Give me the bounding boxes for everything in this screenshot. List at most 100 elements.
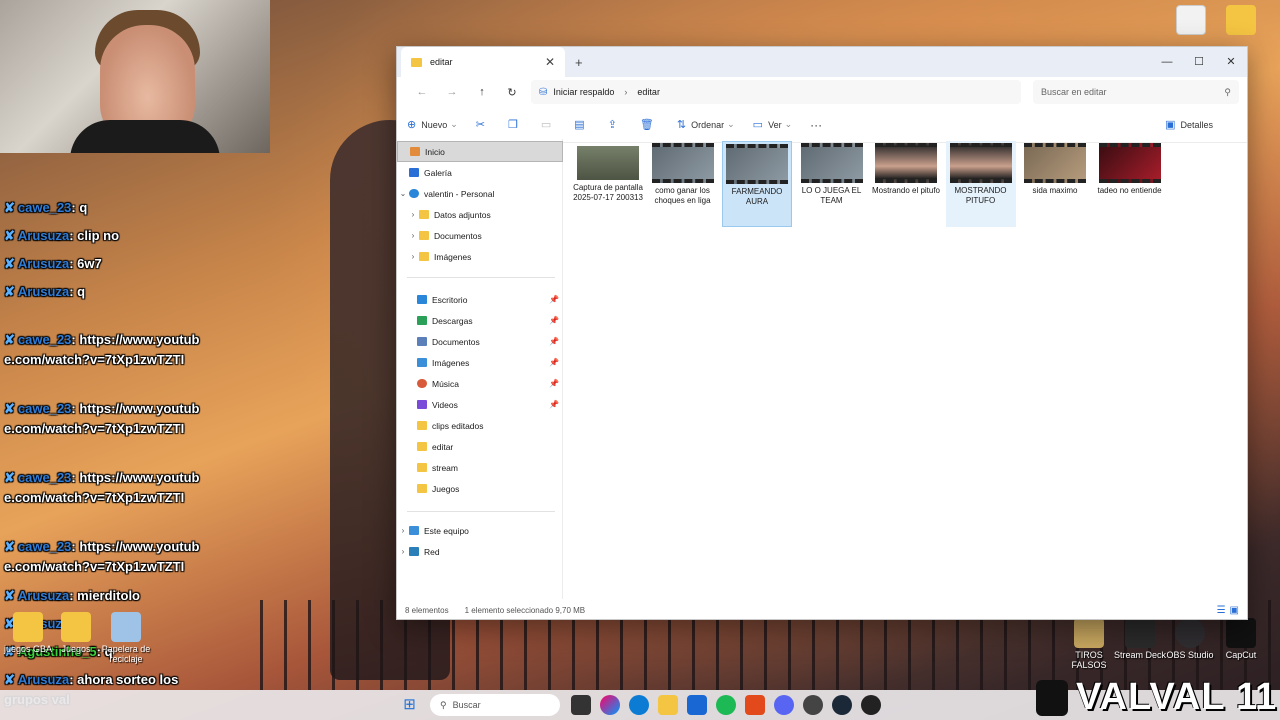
sidebar-item-stream[interactable]: stream bbox=[397, 457, 563, 478]
streamer-number: 11 bbox=[1236, 676, 1277, 718]
close-tab-icon[interactable]: ✕ bbox=[545, 55, 555, 69]
chevron-down-icon[interactable]: ⌄ bbox=[397, 189, 409, 198]
chat-message: ✘ Arusuza: mierditolo bbox=[4, 588, 140, 603]
task-view-icon[interactable] bbox=[570, 695, 591, 715]
rename-button[interactable]: ▤ bbox=[574, 118, 589, 131]
file-explorer-icon[interactable] bbox=[657, 695, 678, 715]
sidebar-item-inicio[interactable]: Inicio bbox=[397, 141, 563, 162]
sort-button[interactable]: ⇅ Ordenar ⌄ bbox=[677, 118, 735, 131]
sidebar-item-clips-editados[interactable]: clips editados bbox=[397, 415, 563, 436]
back-arrow-icon[interactable]: ← bbox=[407, 86, 437, 98]
sidebar-item-imagenes[interactable]: Imágenes 📌 bbox=[397, 352, 563, 373]
search-box[interactable]: Buscar en editar ⚲ bbox=[1033, 80, 1239, 104]
edge-icon[interactable] bbox=[628, 695, 649, 715]
sidebar-item-videos[interactable]: Videos 📌 bbox=[397, 394, 563, 415]
chevron-right-icon[interactable]: › bbox=[407, 210, 419, 219]
sidebar-item-datos-adjuntos[interactable]: › Datos adjuntos bbox=[397, 204, 563, 225]
sidebar-item-este-equipo[interactable]: › Este equipo bbox=[397, 520, 563, 541]
streamer-brand: VALVAL bbox=[1076, 676, 1226, 718]
pin-icon[interactable]: 📌 bbox=[549, 358, 559, 367]
desktop-icon-stream-deck[interactable]: Stream Deck bbox=[1112, 618, 1168, 660]
sidebar-item-escritorio[interactable]: Escritorio 📌 bbox=[397, 289, 563, 310]
windows-start-icon[interactable]: ⊞ bbox=[400, 695, 420, 715]
chat-badge-icon: ✘ bbox=[4, 256, 15, 271]
folder-icon bbox=[419, 252, 429, 261]
search-input[interactable]: Buscar en editar bbox=[1041, 87, 1107, 97]
file-item[interactable]: sida maximo bbox=[1020, 141, 1090, 196]
pin-icon[interactable]: 📌 bbox=[549, 295, 559, 304]
file-item[interactable]: LO O JUEGA EL TEAM bbox=[797, 141, 867, 206]
pin-icon[interactable]: 📌 bbox=[549, 337, 559, 346]
delete-button[interactable]: 🗑 bbox=[640, 118, 659, 131]
desktop-icon-tiros-falsos[interactable]: TIROS FALSOS bbox=[1061, 618, 1117, 670]
desktop-icon-obs[interactable]: OBS Studio bbox=[1162, 618, 1218, 660]
view-button[interactable]: ▭ Ver ⌄ bbox=[753, 118, 792, 131]
new-tab-button[interactable]: + bbox=[575, 55, 583, 70]
file-item[interactable]: Mostrando el pitufo bbox=[871, 141, 941, 196]
music-icon bbox=[417, 379, 427, 388]
tab-editar[interactable]: editar ✕ bbox=[401, 47, 565, 77]
desktop-icon-papelera[interactable]: Papelera de reciclaje bbox=[98, 612, 154, 664]
brave-icon[interactable] bbox=[744, 695, 765, 715]
chevron-right-icon[interactable]: › bbox=[407, 231, 419, 240]
taskbar-search[interactable]: ⚲ Buscar bbox=[430, 694, 560, 716]
desktop-icon-folder[interactable] bbox=[1213, 5, 1269, 37]
desktop-icon-juegos[interactable]: Juegos bbox=[48, 612, 104, 654]
chat-message: ✘ Arusuza: 6w7 bbox=[4, 256, 102, 271]
cut-button[interactable]: ✂ bbox=[476, 118, 490, 131]
breadcrumb-root[interactable]: Iniciar respaldo bbox=[553, 87, 614, 97]
file-item[interactable]: tadeo no entiende bbox=[1095, 141, 1165, 196]
pin-icon[interactable]: 📌 bbox=[549, 379, 559, 388]
sidebar-item-galeria[interactable]: Galería bbox=[397, 162, 563, 183]
share-button[interactable]: ⇪ bbox=[608, 118, 622, 131]
sidebar-item-documentos[interactable]: Documentos 📌 bbox=[397, 331, 563, 352]
file-item[interactable]: Captura de pantalla 2025-07-17 200313 bbox=[573, 141, 643, 203]
video-thumbnail bbox=[1098, 143, 1161, 183]
sidebar-item-label: Galería bbox=[424, 167, 452, 178]
breadcrumb-current[interactable]: editar bbox=[637, 87, 660, 97]
sidebar-item-onedrive[interactable]: ⌄ valentin - Personal bbox=[397, 183, 563, 204]
sidebar-divider bbox=[407, 511, 555, 512]
minimize-button[interactable]: — bbox=[1151, 47, 1183, 77]
maximize-button[interactable]: ☐ bbox=[1183, 47, 1215, 77]
chevron-right-icon[interactable]: › bbox=[397, 526, 409, 535]
sidebar-item-juegos[interactable]: Juegos bbox=[397, 478, 563, 499]
pin-icon[interactable]: 📌 bbox=[549, 400, 559, 409]
file-item[interactable]: FARMEANDO AURA bbox=[722, 141, 792, 227]
desktop-icon-java[interactable] bbox=[1163, 5, 1219, 37]
paste-button[interactable]: ▭ bbox=[541, 118, 556, 131]
sidebar-item-red[interactable]: › Red bbox=[397, 541, 563, 562]
taskbar-search-input[interactable]: Buscar bbox=[453, 700, 481, 710]
copy-button[interactable]: ❐ bbox=[508, 118, 523, 131]
desktop-icon-capcut[interactable]: CapCut bbox=[1213, 618, 1269, 660]
sidebar-item-imagenes-cloud[interactable]: › Imágenes bbox=[397, 246, 563, 267]
media-player-icon[interactable] bbox=[860, 695, 881, 715]
refresh-icon[interactable]: ↻ bbox=[497, 86, 527, 99]
close-window-button[interactable]: ✕ bbox=[1215, 47, 1247, 77]
chevron-down-icon: ⌄ bbox=[784, 119, 793, 129]
spotify-icon[interactable] bbox=[715, 695, 736, 715]
file-item[interactable]: como ganar los choques en liga bbox=[648, 141, 718, 206]
more-options-button[interactable]: ··· bbox=[810, 118, 822, 132]
chevron-right-icon[interactable]: › bbox=[407, 252, 419, 261]
pin-icon[interactable]: 📌 bbox=[549, 316, 559, 325]
breadcrumb[interactable]: ⛁ Iniciar respaldo › editar bbox=[531, 80, 1021, 104]
sidebar-item-documentos-cloud[interactable]: › Documentos bbox=[397, 225, 563, 246]
forward-arrow-icon[interactable]: → bbox=[437, 86, 467, 98]
store-icon[interactable] bbox=[686, 695, 707, 715]
list-view-icon[interactable]: ☰ bbox=[1217, 605, 1226, 616]
file-item[interactable]: MOSTRANDO PITUFO bbox=[945, 141, 1016, 227]
up-arrow-icon[interactable]: ↑ bbox=[467, 86, 497, 98]
sidebar-item-editar[interactable]: editar bbox=[397, 436, 563, 457]
sidebar-item-descargas[interactable]: Descargas 📌 bbox=[397, 310, 563, 331]
copilot-icon[interactable] bbox=[599, 695, 620, 715]
new-button[interactable]: ⊕ Nuevo ⌄ bbox=[407, 118, 458, 131]
thumbnail-view-icon[interactable]: ▣ bbox=[1230, 605, 1239, 616]
steam-icon[interactable] bbox=[831, 695, 852, 715]
sidebar-item-musica[interactable]: Música 📌 bbox=[397, 373, 563, 394]
details-button[interactable]: ▣ Detalles bbox=[1165, 118, 1213, 131]
chevron-right-icon[interactable]: › bbox=[397, 547, 409, 556]
riot-icon[interactable] bbox=[802, 695, 823, 715]
chat-text: q bbox=[77, 284, 86, 299]
discord-icon[interactable] bbox=[773, 695, 794, 715]
